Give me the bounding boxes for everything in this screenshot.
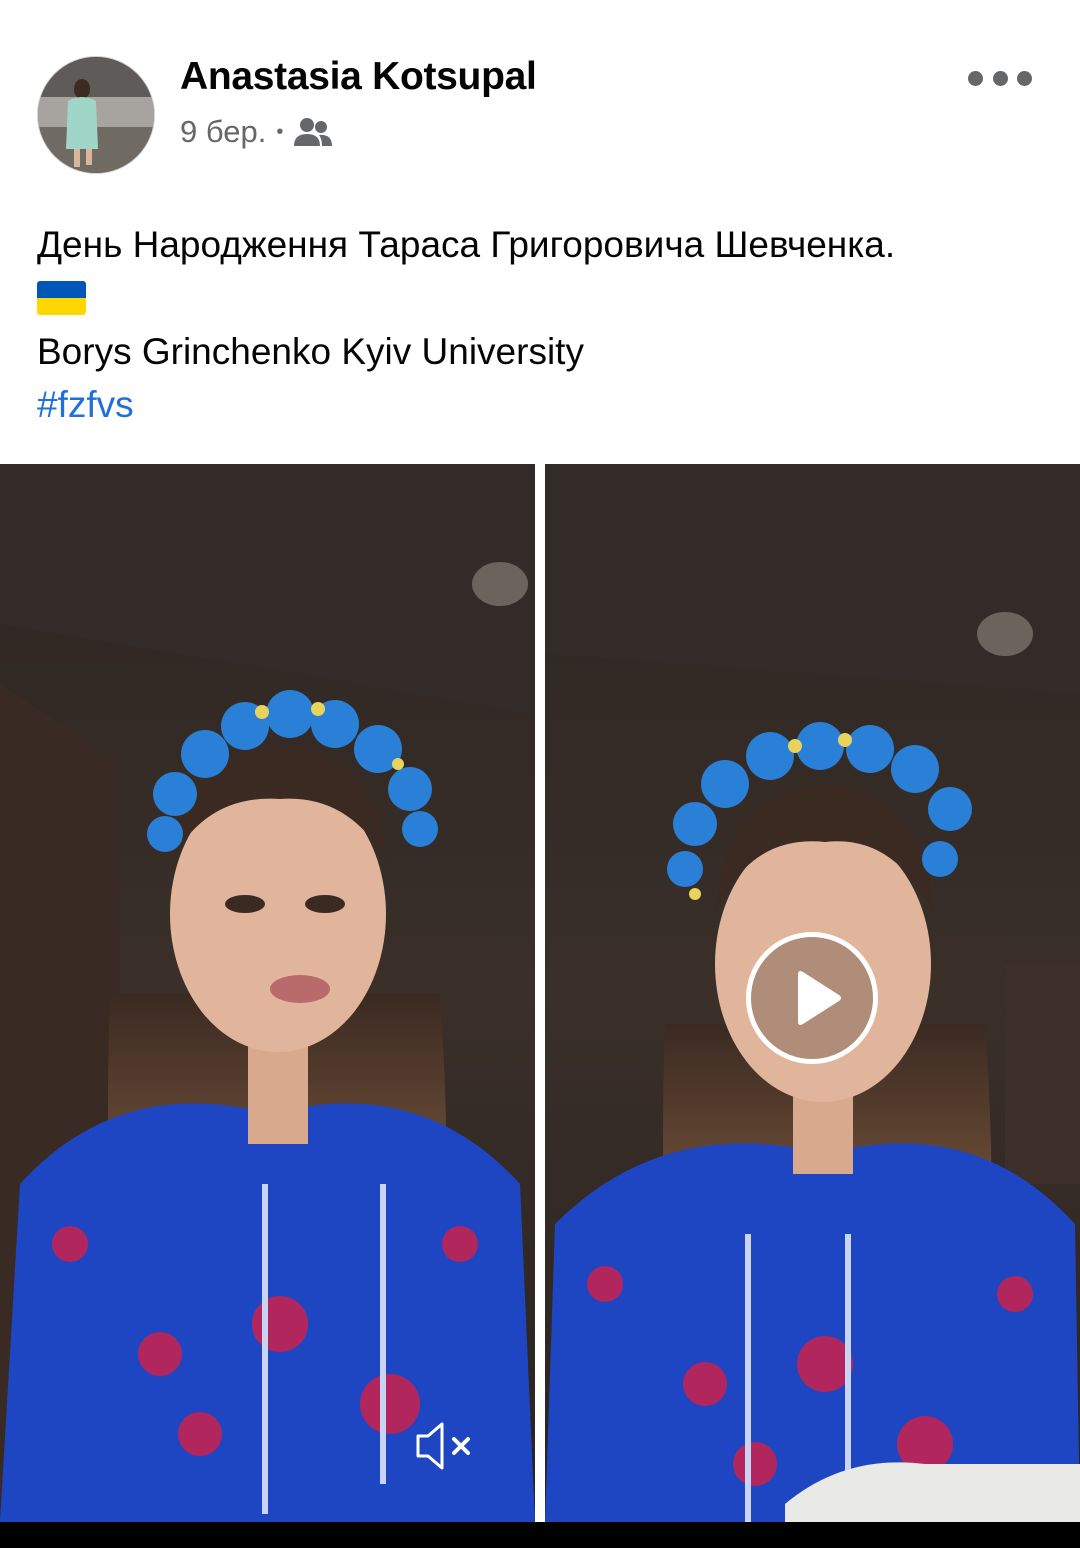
speaker-mute-glyph (416, 1422, 470, 1470)
post-text-line: День Народження Тараса Григоровича Шевче… (37, 224, 896, 265)
more-options-icon[interactable] (968, 60, 1032, 96)
meta-separator: • (276, 120, 284, 143)
post-text: День Народження Тараса Григоровича Шевче… (37, 218, 1047, 431)
video-thumbnail (0, 464, 535, 1522)
play-icon[interactable] (746, 932, 878, 1064)
avatar-photo (38, 57, 154, 173)
post-meta: 9 бер. • (180, 114, 333, 150)
post-timestamp[interactable]: 9 бер. (180, 114, 266, 150)
video-grid (0, 464, 1080, 1522)
video-left[interactable] (0, 464, 535, 1522)
bottom-bar (0, 1522, 1080, 1548)
author-name[interactable]: Anastasia Kotsupal (180, 55, 537, 99)
post-header: Anastasia Kotsupal 9 бер. • (0, 0, 1080, 200)
avatar[interactable] (37, 56, 155, 174)
play-triangle (798, 971, 841, 1025)
ukraine-flag-icon (37, 281, 86, 315)
muted-speaker-icon[interactable] (412, 1416, 476, 1476)
hashtag-link[interactable]: #fzfvs (37, 378, 1047, 431)
friends-icon[interactable] (293, 116, 333, 148)
post-text-line: Borys Grinchenko Kyiv University (37, 331, 584, 372)
